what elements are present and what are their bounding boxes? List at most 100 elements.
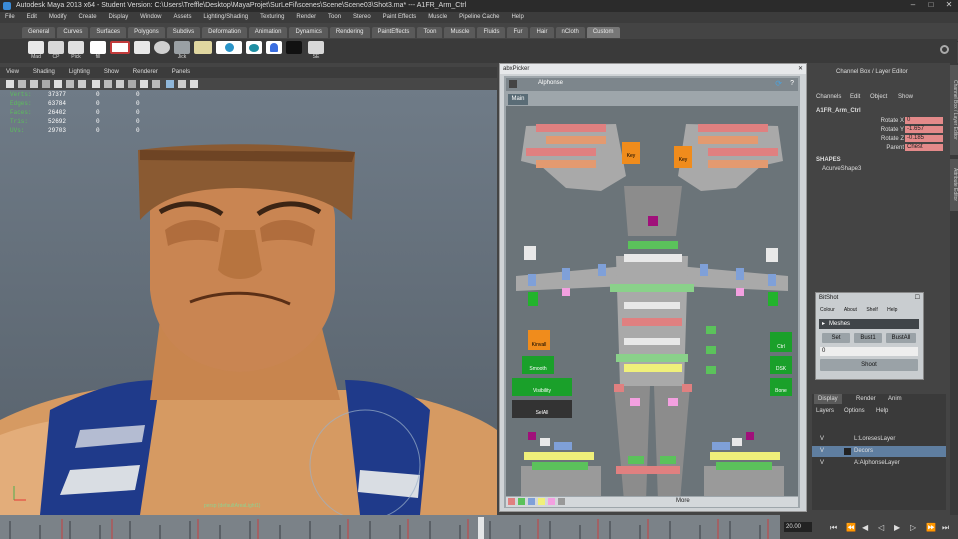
color-swatch-gray[interactable] <box>558 498 565 505</box>
elbow-l-control[interactable] <box>562 288 570 296</box>
isolate-icon[interactable] <box>66 80 74 88</box>
foot-l-control[interactable] <box>532 462 588 470</box>
vp-menu-panels[interactable]: Panels <box>166 67 196 78</box>
tab-deformation[interactable]: Deformation <box>202 27 247 38</box>
channel-row[interactable]: Rotate Z -0.185 <box>808 135 946 143</box>
channel-row[interactable]: Rotate Y -1.657 <box>808 126 946 134</box>
color-swatch-yellow[interactable] <box>538 498 545 505</box>
wireframe-icon[interactable] <box>30 80 38 88</box>
wrist-l-control[interactable] <box>528 292 538 306</box>
cb-menu-object[interactable]: Object <box>870 94 887 100</box>
key-left-button[interactable]: Key <box>622 142 640 164</box>
menu-edit[interactable]: Edit <box>22 12 42 23</box>
help-icon[interactable]: ? <box>790 80 794 88</box>
layer-visibility[interactable]: V <box>820 434 824 445</box>
smooth-display-icon[interactable] <box>178 80 186 88</box>
foot-bar-control[interactable] <box>616 466 680 474</box>
foot-r-control[interactable] <box>716 462 772 470</box>
menu-modify[interactable]: Modify <box>44 12 72 23</box>
channel-value[interactable]: -0.185 <box>905 135 943 142</box>
tab-surfaces[interactable]: Surfaces <box>90 27 127 38</box>
menu-help[interactable]: Help <box>506 12 528 23</box>
foot-l-control[interactable] <box>540 438 550 446</box>
tab-toon[interactable]: Toon <box>417 27 443 38</box>
picker-tab-main[interactable]: Main <box>508 94 528 105</box>
bitshot-menu-help[interactable]: Help <box>887 307 897 313</box>
spine-control-2[interactable] <box>624 302 680 309</box>
tab-rendering[interactable]: Rendering <box>329 27 370 38</box>
spine-control-1[interactable] <box>610 284 694 292</box>
knee-l-control[interactable] <box>630 398 640 406</box>
fill-tool-icon[interactable] <box>90 41 106 54</box>
ctrl-button[interactable]: Ctrl <box>770 332 792 352</box>
grid-icon[interactable] <box>18 80 26 88</box>
color-swatch-blue[interactable] <box>528 498 535 505</box>
shadow-icon[interactable] <box>116 80 124 88</box>
camera-icon[interactable] <box>6 80 14 88</box>
bitshot-menu-about[interactable]: About <box>844 307 857 313</box>
cb-menu-edit[interactable]: Edit <box>850 94 860 100</box>
layer-row[interactable]: V L:LoresesLayer <box>812 434 946 445</box>
bitshot-menu-shelf[interactable]: Shelf <box>866 307 877 313</box>
kinvall-button[interactable]: Kinvall <box>528 330 550 350</box>
layer-menu-help[interactable]: Help <box>876 406 888 416</box>
shelf-gear-icon[interactable] <box>940 45 949 54</box>
neck-control[interactable] <box>628 241 678 249</box>
arm-r-fk-control[interactable] <box>736 268 744 280</box>
arm-l-ik-control[interactable] <box>598 264 606 276</box>
lighting-icon[interactable] <box>54 80 62 88</box>
bitshot-field[interactable]: 0 <box>820 347 918 356</box>
go-to-end-icon[interactable]: ⏭ <box>942 523 949 533</box>
tab-fur[interactable]: Fur <box>507 27 529 38</box>
cp-tool-icon[interactable] <box>48 41 64 54</box>
layer-color-icon[interactable] <box>844 448 851 455</box>
tab-display[interactable]: Display <box>814 394 842 404</box>
tab-painteffects[interactable]: PaintEffects <box>371 27 416 38</box>
channel-row[interactable]: Rotate X 0 <box>808 117 946 125</box>
picker-menu-icon[interactable] <box>509 80 517 88</box>
foot-l-control[interactable] <box>528 432 536 440</box>
leg-l-control[interactable] <box>614 384 624 392</box>
minimize-icon[interactable]: – <box>908 1 918 9</box>
side-control[interactable] <box>706 366 716 374</box>
vp-menu-view[interactable]: View <box>0 67 25 78</box>
elbow-r-control[interactable] <box>736 288 744 296</box>
spine-control-4[interactable] <box>624 338 680 345</box>
jick-tool-icon[interactable] <box>174 41 190 54</box>
color-swatch-green[interactable] <box>518 498 525 505</box>
selall-button[interactable]: SelAll <box>512 400 572 418</box>
side-control[interactable] <box>706 346 716 354</box>
tab-render[interactable]: Render <box>856 394 876 404</box>
bustall-button[interactable]: BustAll <box>886 333 916 343</box>
paint-icon[interactable] <box>194 41 212 54</box>
menu-texturing[interactable]: Texturing <box>255 12 289 23</box>
arm-l-fk-control[interactable] <box>562 268 570 280</box>
hand-control-red[interactable] <box>708 148 778 156</box>
textured-icon[interactable] <box>104 80 112 88</box>
maximize-icon[interactable]: □ <box>926 1 936 9</box>
foot-r-control[interactable] <box>746 432 754 440</box>
hand-control-orange[interactable] <box>546 136 606 144</box>
shape-name[interactable]: AcurveShape3 <box>822 166 861 172</box>
menu-display[interactable]: Display <box>104 12 134 23</box>
se-tool-icon[interactable] <box>308 41 324 54</box>
chest-control[interactable] <box>624 254 682 262</box>
ankle-l-control[interactable] <box>628 456 644 464</box>
channel-value[interactable]: -1.657 <box>905 126 943 133</box>
hud-icon[interactable] <box>152 80 160 88</box>
knee-r-control[interactable] <box>668 398 678 406</box>
foot-r-control[interactable] <box>712 442 730 450</box>
channel-row[interactable]: Parent Chest <box>808 144 946 152</box>
hand-control-red[interactable] <box>536 124 606 132</box>
key-right-button[interactable]: Key <box>674 146 692 168</box>
menu-render[interactable]: Render <box>291 12 321 23</box>
hand-control-red[interactable] <box>698 124 768 132</box>
wrist-r-control[interactable] <box>768 292 778 306</box>
menu-lighting-shading[interactable]: Lighting/Shading <box>198 12 253 23</box>
hand-control-orange[interactable] <box>698 136 758 144</box>
foot-l-control[interactable] <box>524 452 594 460</box>
bust1-button[interactable]: Bust1 <box>854 333 882 343</box>
tab-attribute-editor[interactable]: Attribute Editor <box>950 159 958 211</box>
pick-tool-icon[interactable] <box>68 41 84 54</box>
bone-button[interactable]: Bone <box>770 378 792 396</box>
